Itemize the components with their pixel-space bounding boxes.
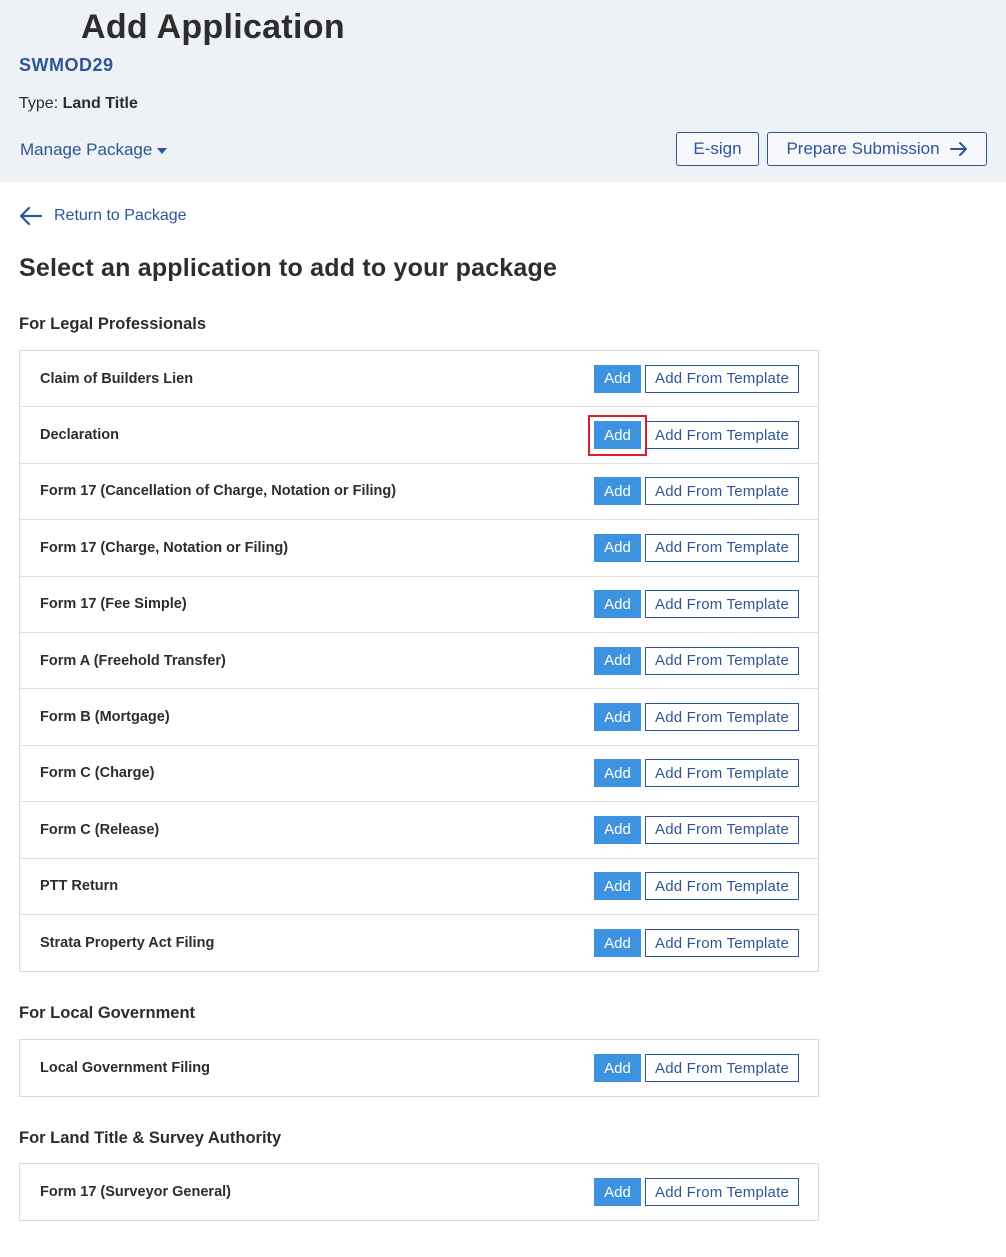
package-type: Type: Land Title xyxy=(19,95,138,113)
add-from-template-button[interactable]: Add From Template xyxy=(645,929,799,958)
esign-label: E-sign xyxy=(693,139,742,158)
add-button[interactable]: Add xyxy=(594,703,641,732)
add-button[interactable]: Add xyxy=(594,590,641,619)
manage-package-label: Manage Package xyxy=(20,140,153,159)
list-item: PTT Return Add Add From Template xyxy=(20,859,818,915)
list-item: Form 17 (Fee Simple) Add Add From Template xyxy=(20,577,818,633)
application-name: Form 17 (Charge, Notation or Filing) xyxy=(40,539,289,556)
list-item: Form B (Mortgage) Add Add From Template xyxy=(20,689,818,746)
return-to-package-link[interactable]: Return to Package xyxy=(19,206,187,226)
prepare-submission-label: Prepare Submission xyxy=(786,139,940,158)
arrow-right-icon xyxy=(949,142,967,156)
caret-down-icon xyxy=(157,148,168,154)
add-from-template-button[interactable]: Add From Template xyxy=(645,533,799,562)
list-item: Form 17 (Surveyor General) Add Add From Te… xyxy=(20,1164,818,1220)
section-heading: Select an application to add to your pac… xyxy=(19,254,558,282)
application-name: Form B (Mortgage) xyxy=(40,709,170,726)
add-from-template-button[interactable]: Add From Template xyxy=(645,1054,799,1083)
application-name: Local Government Filing xyxy=(40,1060,210,1077)
application-name: Form A (Freehold Transfer) xyxy=(40,652,226,669)
application-name: Form 17 (Cancellation of Charge, Notatio… xyxy=(40,483,397,500)
page-title: Add Application xyxy=(81,8,345,46)
add-button[interactable]: Add xyxy=(594,872,641,901)
add-button[interactable]: Add xyxy=(594,815,641,844)
add-from-template-button[interactable]: Add From Template xyxy=(645,872,799,901)
add-button[interactable]: Add xyxy=(594,759,641,788)
add-button[interactable]: Add xyxy=(594,477,641,506)
list-item: Declaration Add Add From Template xyxy=(20,407,818,464)
package-id: SWMOD29 xyxy=(19,55,114,75)
add-from-template-button[interactable]: Add From Template xyxy=(645,1178,799,1207)
application-list: Claim of Builders Lien Add Add From Templa… xyxy=(19,350,819,973)
add-from-template-button[interactable]: Add From Template xyxy=(645,590,799,619)
application-name: PTT Return xyxy=(40,878,119,895)
package-type-value: Land Title xyxy=(62,95,138,112)
application-name: Claim of Builders Lien xyxy=(40,370,194,387)
list-item: Local Government Filing Add Add From Templ… xyxy=(20,1040,818,1096)
application-name: Form C (Charge) xyxy=(40,765,155,782)
group-title: For Land Title & Survey Authority xyxy=(19,1129,282,1147)
add-button[interactable]: Add xyxy=(594,533,641,562)
add-from-template-button[interactable]: Add From Template xyxy=(645,703,799,732)
add-button[interactable]: Add xyxy=(594,1178,641,1207)
esign-button[interactable]: E-sign xyxy=(676,132,759,166)
application-name: Declaration xyxy=(40,427,119,444)
add-button[interactable]: Add xyxy=(594,929,641,958)
list-item: Form 17 (Cancellation of Charge, Notatio… xyxy=(20,464,818,521)
group-title: For Local Government xyxy=(19,1004,196,1022)
application-name: Form 17 (Surveyor General) xyxy=(40,1184,231,1201)
add-from-template-button[interactable]: Add From Template xyxy=(645,477,799,506)
add-from-template-button[interactable]: Add From Template xyxy=(645,815,799,844)
group-title: For Legal Professionals xyxy=(19,315,207,333)
add-from-template-button[interactable]: Add From Template xyxy=(645,364,799,393)
list-item: Form 17 (Charge, Notation or Filing) Add A… xyxy=(20,520,818,577)
package-type-label: Type: xyxy=(19,95,59,112)
application-name: Strata Property Act Filing xyxy=(40,935,215,952)
application-list: Form 17 (Surveyor General) Add Add From Te… xyxy=(19,1163,819,1222)
add-button[interactable]: Add xyxy=(594,1054,641,1083)
add-button[interactable]: Add xyxy=(594,646,641,675)
arrow-left-icon xyxy=(19,206,42,226)
add-button[interactable]: Add xyxy=(594,364,641,393)
page-header: Add Application SWMOD29 Type: Land Title… xyxy=(0,0,1006,182)
return-to-package-label: Return to Package xyxy=(54,207,187,224)
manage-package-dropdown[interactable]: Manage Package xyxy=(20,140,168,160)
list-item: Strata Property Act Filing Add Add From Te… xyxy=(20,915,818,971)
list-item: Claim of Builders Lien Add Add From Templa… xyxy=(20,351,818,408)
application-name: Form C (Release) xyxy=(40,821,160,838)
add-button[interactable]: Add xyxy=(594,421,641,450)
add-from-template-button[interactable]: Add From Template xyxy=(645,421,799,450)
list-item: Form A (Freehold Transfer) Add Add From Te… xyxy=(20,633,818,690)
application-list: Local Government Filing Add Add From Templ… xyxy=(19,1039,819,1098)
add-from-template-button[interactable]: Add From Template xyxy=(645,759,799,788)
list-item: Form C (Release) Add Add From Template xyxy=(20,802,818,859)
application-name: Form 17 (Fee Simple) xyxy=(40,596,187,613)
add-from-template-button[interactable]: Add From Template xyxy=(645,646,799,675)
list-item: Form C (Charge) Add Add From Template xyxy=(20,746,818,803)
prepare-submission-button[interactable]: Prepare Submission xyxy=(767,132,987,166)
